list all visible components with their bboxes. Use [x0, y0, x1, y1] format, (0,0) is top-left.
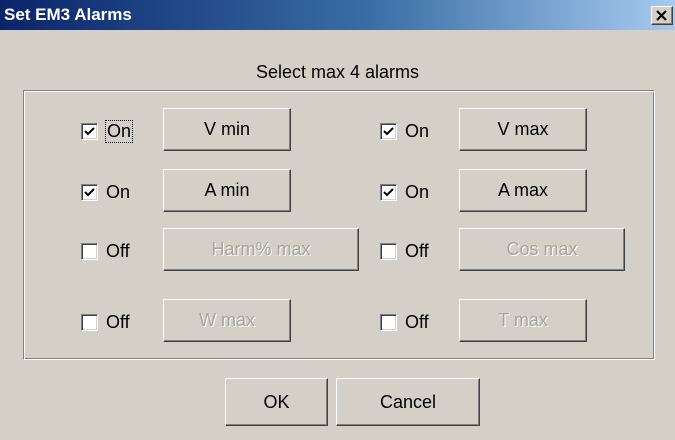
checkbox-label: On: [106, 182, 131, 202]
checkbox-box[interactable]: [380, 184, 397, 201]
checkbox-label: On: [104, 120, 134, 143]
checkbox-label: Off: [106, 241, 130, 261]
checkbox-label: On: [405, 121, 430, 141]
alarm-checkbox-a-max[interactable]: On: [380, 182, 429, 203]
v-max-button[interactable]: V max: [459, 108, 587, 151]
checkbox-box[interactable]: [81, 184, 98, 201]
alarm-checkbox-harm-max[interactable]: Off: [81, 241, 130, 262]
a-max-button[interactable]: A max: [459, 169, 587, 212]
close-button[interactable]: [651, 6, 673, 25]
check-icon: [84, 188, 95, 197]
alarm-checkbox-w-max[interactable]: Off: [81, 312, 130, 333]
t-max-button[interactable]: T max: [459, 299, 587, 342]
ok-button[interactable]: OK: [225, 378, 328, 426]
cancel-button[interactable]: Cancel: [336, 378, 480, 426]
checkbox-box[interactable]: [380, 123, 397, 140]
title-bar[interactable]: Set EM3 Alarms: [0, 0, 675, 30]
checkbox-box[interactable]: [380, 243, 397, 260]
checkbox-label: Off: [405, 241, 429, 261]
instruction-text: Select max 4 alarms: [255, 62, 420, 82]
checkbox-label: On: [405, 182, 430, 202]
alarm-checkbox-v-min[interactable]: On: [81, 120, 134, 143]
checkbox-label: Off: [106, 312, 130, 332]
alarm-checkbox-a-min[interactable]: On: [81, 182, 130, 203]
dialog-window: Set EM3 Alarms Select max 4 alarms On V …: [0, 0, 675, 440]
v-min-button[interactable]: V min: [163, 108, 291, 151]
w-max-button[interactable]: W max: [163, 299, 291, 342]
checkbox-box[interactable]: [81, 243, 98, 260]
checkbox-label: Off: [405, 312, 429, 332]
check-icon: [383, 188, 394, 197]
a-min-button[interactable]: A min: [163, 169, 291, 212]
alarm-checkbox-cos-max[interactable]: Off: [380, 241, 429, 262]
checkbox-box[interactable]: [81, 314, 98, 331]
cos-max-button[interactable]: Cos max: [459, 228, 625, 271]
check-icon: [383, 127, 394, 136]
check-icon: [84, 127, 95, 136]
checkbox-box[interactable]: [81, 123, 98, 140]
window-title: Set EM3 Alarms: [4, 5, 132, 24]
harm-max-button[interactable]: Harm% max: [163, 228, 359, 271]
alarm-checkbox-v-max[interactable]: On: [380, 121, 429, 142]
checkbox-box[interactable]: [380, 314, 397, 331]
close-icon: [656, 10, 667, 21]
alarm-checkbox-t-max[interactable]: Off: [380, 312, 429, 333]
